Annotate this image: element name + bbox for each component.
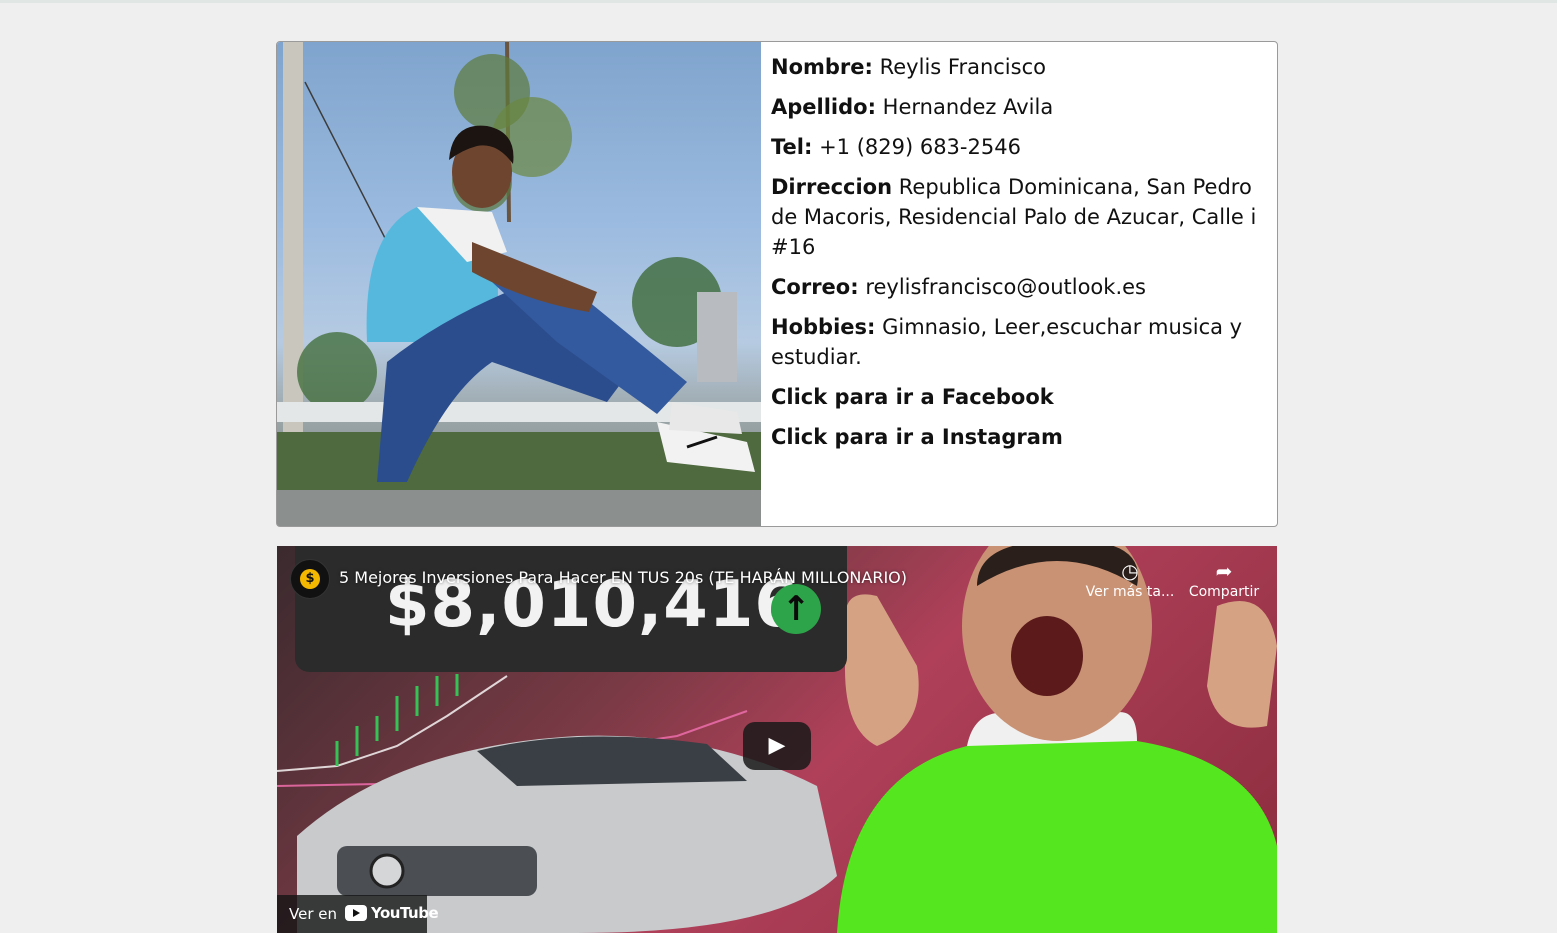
tel-label: Tel:	[771, 135, 813, 159]
profile-info: Nombre: Reylis Francisco Apellido: Herna…	[771, 52, 1271, 462]
watch-on-youtube[interactable]: Ver en YouTube	[277, 895, 439, 933]
channel-logo[interactable]: $	[290, 559, 330, 599]
direccion-row: Dirreccion Republica Dominicana, San Ped…	[771, 172, 1271, 262]
play-button[interactable]: ▶	[743, 722, 811, 770]
apellido-label: Apellido:	[771, 95, 876, 119]
share-label: Compartir	[1188, 584, 1260, 600]
correo-label: Correo:	[771, 275, 859, 299]
top-border	[0, 0, 1557, 3]
facebook-link[interactable]: Click para ir a Facebook	[771, 382, 1271, 412]
correo-value: reylisfrancisco@outlook.es	[865, 275, 1146, 299]
watch-later-button[interactable]: ◷ Ver más ta...	[1085, 558, 1175, 600]
nombre-row: Nombre: Reylis Francisco	[771, 52, 1271, 82]
direccion-label: Dirreccion	[771, 175, 893, 199]
profile-card: Nombre: Reylis Francisco Apellido: Herna…	[276, 41, 1278, 527]
profile-photo-illustration	[277, 42, 761, 526]
tel-row: Tel: +1 (829) 683-2546	[771, 132, 1271, 162]
share-button[interactable]: ➦ Compartir	[1179, 558, 1269, 600]
up-arrow-icon: ↑	[771, 584, 821, 634]
hobbies-row: Hobbies: Gimnasio, Leer,escuchar musica …	[771, 312, 1271, 372]
tel-value: +1 (829) 683-2546	[819, 135, 1021, 159]
share-icon: ➦	[1215, 559, 1233, 583]
youtube-wordmark: YouTube	[371, 904, 439, 922]
video-title[interactable]: 5 Mejores Inversiones Para Hacer EN TUS …	[339, 568, 907, 587]
correo-row: Correo: reylisfrancisco@outlook.es	[771, 272, 1271, 302]
youtube-icon	[345, 905, 367, 921]
clock-icon: ◷	[1121, 559, 1139, 583]
play-icon: ▶	[768, 733, 786, 758]
nombre-value: Reylis Francisco	[879, 55, 1046, 79]
stat-box: $8,010,416 ↑	[295, 546, 847, 672]
dollar-icon: $	[300, 569, 320, 589]
apellido-row: Apellido: Hernandez Avila	[771, 92, 1271, 122]
apellido-value: Hernandez Avila	[882, 95, 1054, 119]
nombre-label: Nombre:	[771, 55, 873, 79]
watch-later-label: Ver más ta...	[1085, 584, 1175, 600]
instagram-link[interactable]: Click para ir a Instagram	[771, 422, 1271, 452]
youtube-embed[interactable]: $8,010,416 ↑ $ 5 Mejores Inversiones Par…	[277, 546, 1277, 933]
profile-photo	[277, 42, 761, 526]
hobbies-label: Hobbies:	[771, 315, 876, 339]
watch-on-label: Ver en	[289, 905, 337, 923]
